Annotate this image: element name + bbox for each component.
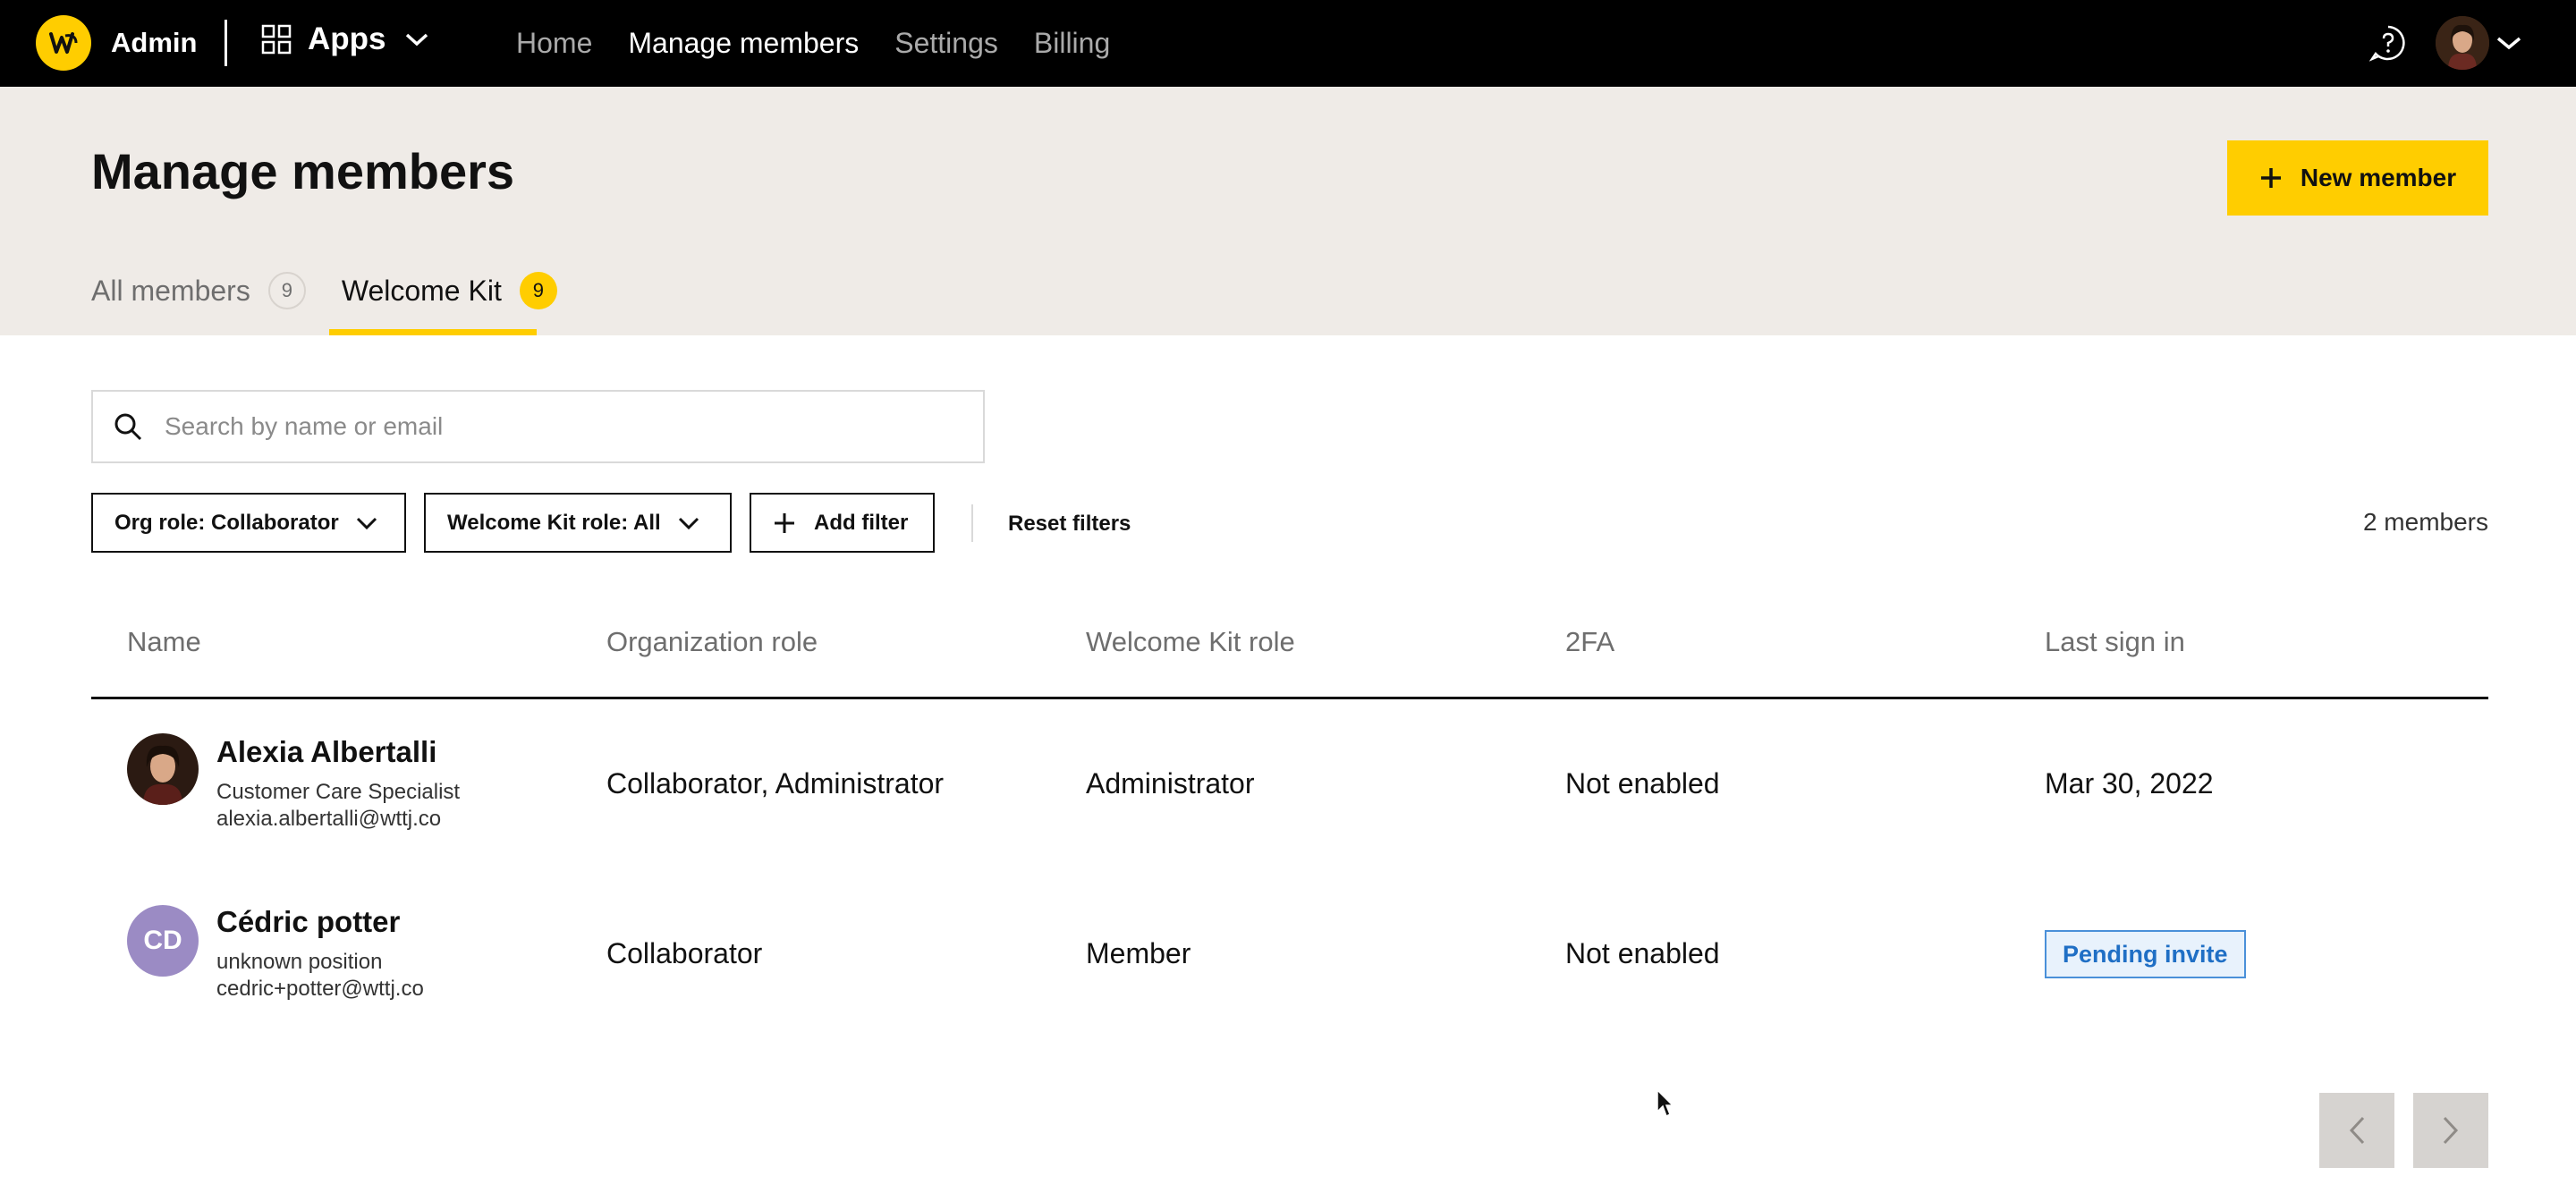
welcome-kit-role-filter[interactable]: Welcome Kit role: All [424,493,732,553]
avatar [127,733,199,805]
search-icon [114,413,142,441]
member-name[interactable]: Alexia Albertalli [216,735,436,769]
tab-welcome-kit[interactable]: Welcome Kit 9 [342,267,557,314]
chevron-down-icon [356,517,377,529]
status-badge: Pending invite [2045,930,2246,978]
previous-page-button[interactable] [2319,1093,2394,1168]
active-tab-indicator [329,329,537,335]
search-box [91,390,985,463]
member-name[interactable]: Cédric potter [216,905,400,939]
user-avatar[interactable] [2436,16,2489,70]
tabs: All members 9 Welcome Kit 9 [91,267,557,314]
last-sign-in-cell: Mar 30, 2022 [2045,767,2214,800]
count-badge: 9 [519,272,557,309]
twofa-cell: Not enabled [1565,767,1720,800]
table-row[interactable]: Alexia Albertalli Customer Care Speciali… [91,699,2488,869]
nav-link-home[interactable]: Home [516,27,592,60]
page-header: Manage members New member All members 9 … [0,87,2576,335]
mouse-cursor-icon [1657,1088,1674,1118]
tab-label: Welcome Kit [341,274,502,307]
member-position: Customer Care Specialist [216,780,461,804]
chevron-right-icon [2443,1116,2459,1145]
column-header-2fa[interactable]: 2FA [1565,626,1614,658]
nav-link-manage-members[interactable]: Manage members [628,27,859,60]
column-header-org-role[interactable]: Organization role [606,626,818,658]
next-page-button[interactable] [2413,1093,2488,1168]
nav-link-billing[interactable]: Billing [1034,27,1110,60]
member-email: alexia.albertalli@wttj.co [216,807,442,831]
nav-link-settings[interactable]: Settings [894,27,998,60]
apps-grid-icon [261,24,292,55]
column-header-name[interactable]: Name [127,626,201,658]
reset-filters-button[interactable]: Reset filters [1008,512,1131,537]
plus-icon [775,512,794,533]
column-header-kit-role[interactable]: Welcome Kit role [1086,626,1295,658]
main-nav: Home Manage members Settings Billing [516,27,1146,60]
org-role-cell: Collaborator, Administrator [606,767,945,800]
count-badge: 9 [267,272,306,309]
new-member-button[interactable]: New member [2227,140,2488,216]
apps-label: Apps [308,21,386,56]
add-filter-button[interactable]: Add filter [750,493,935,553]
table-row[interactable]: CD Cédric potter unknown position cedric… [91,869,2488,1039]
kit-role-cell: Member [1086,937,1191,969]
chevron-down-icon [678,517,699,529]
avatar: CD [127,905,199,977]
apps-menu[interactable]: Apps [261,21,429,57]
divider [971,504,973,542]
filter-label: Org role: Collaborator [114,510,339,535]
chevron-down-icon [405,33,428,47]
help-icon[interactable] [2369,24,2407,62]
wttj-logo-icon [36,15,91,71]
add-filter-label: Add filter [814,510,909,535]
tab-label: All members [91,274,250,307]
brand-label: Admin [111,27,198,58]
org-role-cell: Collaborator [606,937,763,969]
top-navbar: Admin Apps Home Manage members Settings … [0,0,2576,87]
member-email: cedric+potter@wttj.co [216,977,424,1001]
chevron-down-icon[interactable] [2496,34,2522,52]
nav-divider [225,20,227,66]
tab-all-members[interactable]: All members 9 [91,267,306,314]
plus-icon [2260,168,2281,188]
brand[interactable]: Admin [36,15,197,71]
chevron-left-icon [2349,1116,2365,1145]
kit-role-cell: Administrator [1086,767,1255,800]
search-input[interactable] [165,412,952,441]
filter-label: Welcome Kit role: All [447,510,661,535]
member-position: unknown position [216,950,383,974]
new-member-label: New member [2300,164,2457,191]
page-title: Manage members [91,143,515,199]
org-role-filter[interactable]: Org role: Collaborator [91,493,406,553]
column-header-last-sign-in[interactable]: Last sign in [2045,626,2185,658]
member-count: 2 members [2362,508,2488,536]
twofa-cell: Not enabled [1565,937,1720,969]
